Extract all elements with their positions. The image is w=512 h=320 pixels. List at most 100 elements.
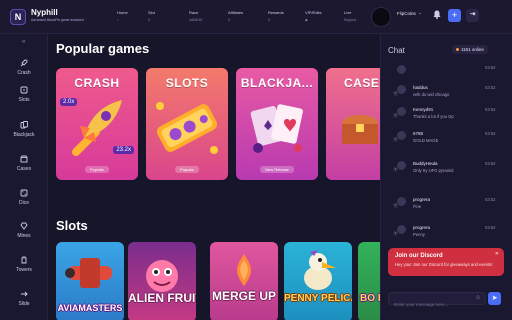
sidebar-item-label: Mines	[17, 233, 31, 239]
avatar[interactable]	[397, 197, 406, 206]
username[interactable]: FlipCoins	[397, 11, 416, 16]
die-icon	[20, 189, 28, 197]
avatar[interactable]	[397, 65, 406, 74]
sidebar-item-label: Slots	[18, 97, 30, 103]
chat-time: 03:52	[485, 85, 496, 90]
slot-game-penny-pelican[interactable]: PENNY PELICAN	[284, 242, 352, 320]
slot-game-alien-fruits[interactable]: ALIEN FRUITS	[128, 242, 196, 320]
sidebar-item-label: Blackjack	[13, 132, 35, 138]
dice-icon	[20, 86, 28, 94]
multiplier-badge: 23.2x	[113, 146, 134, 154]
sidebar-item-label: Crash	[17, 70, 31, 76]
chat-time: 03:52	[485, 107, 496, 112]
chat-message: 7 progrera 03:52 Penny	[381, 222, 512, 248]
chat-title: Chat	[388, 46, 405, 55]
nav-affiliates[interactable]: Affiliates 3	[228, 10, 243, 22]
slots-title: Slots	[56, 218, 88, 233]
chat-username[interactable]: haddus	[413, 85, 428, 90]
chat-username[interactable]: 6788	[413, 131, 423, 136]
avatar[interactable]	[371, 7, 391, 27]
chat-message: 7 BuddyHeula 03:52 Only try UFO pyramid	[381, 158, 512, 184]
multiplier-badge: 2.0x	[60, 98, 78, 106]
sidebar-item-slots[interactable]: Slots	[0, 86, 48, 103]
nav-home[interactable]: Home ⌂	[117, 10, 128, 22]
slot-game-aviamasters[interactable]: AVIAMASTERS	[56, 242, 124, 320]
nav-rewards[interactable]: Rewards 3	[268, 10, 284, 22]
chevron-down-icon[interactable]: ⌄	[418, 10, 422, 16]
send-icon: ➤	[491, 295, 498, 302]
bell-icon[interactable]	[433, 10, 441, 19]
logo[interactable]: N	[10, 9, 26, 25]
cards-icon	[20, 121, 28, 129]
chat-time: 03:52	[485, 197, 496, 202]
slot-reels-illustration	[156, 102, 218, 154]
brand-name: Nyphill	[31, 8, 58, 17]
collapse-icon[interactable]: «	[22, 39, 25, 45]
game-card-blackjack[interactable]: BLACKJA... New Release	[236, 68, 318, 180]
tower-icon	[21, 256, 27, 264]
sidebar-item-dice[interactable]: Dice	[0, 189, 48, 206]
sidebar-item-towers[interactable]: Towers	[0, 256, 48, 273]
chat-text: velk do wid chicago	[413, 92, 450, 97]
chat-message: 7 6788 03:52 GOLD MAGE	[381, 128, 512, 154]
game-card-crash[interactable]: CRASH 2.0x 23.2x Popular	[56, 68, 138, 180]
rocket-icon	[20, 59, 28, 67]
chat-panel: Chat 1151 online 03:52 7 haddus 03:52 ve…	[380, 34, 512, 320]
sidebar-item-label: Towers	[16, 267, 32, 273]
send-button[interactable]: ➤	[488, 292, 501, 305]
chat-time: 03:52	[485, 161, 496, 166]
avatar[interactable]	[397, 85, 406, 94]
emoji-icon[interactable]: ☺	[475, 295, 481, 301]
sidebar-item-crash[interactable]: Crash	[0, 59, 48, 76]
slot-title: AVIAMASTERS	[57, 303, 123, 313]
sidebar-item-cases[interactable]: Cases	[0, 155, 48, 172]
discord-title: Join our Discord	[395, 253, 443, 259]
sidebar-item-slide[interactable]: Slide	[0, 290, 48, 307]
slot-game-partial[interactable]: BO B	[358, 242, 380, 320]
pelican-illustration	[304, 250, 336, 290]
chat-time: 03:52	[485, 225, 496, 230]
chat-username[interactable]: progrera	[413, 197, 430, 202]
nav-live-support[interactable]: Live Support	[344, 10, 356, 22]
card-title: CRASH	[74, 76, 120, 90]
box-icon	[20, 155, 28, 163]
card-title: SLOTS	[165, 76, 209, 90]
level-badge: 7	[393, 113, 398, 118]
airplane-illustration	[65, 258, 112, 288]
add-funds-button[interactable]: +	[448, 9, 461, 22]
chat-username[interactable]: Kennyd91	[413, 107, 433, 112]
chat-message: 7 Kennyd91 03:52 Thanks a lot if you Gp	[381, 104, 512, 130]
game-card-cases[interactable]: CASE	[326, 68, 380, 180]
sidebar-item-blackjack[interactable]: Blackjack	[0, 121, 48, 138]
chat-input[interactable]	[389, 299, 471, 310]
slot-title: BO B	[360, 293, 380, 304]
gem-icon	[20, 222, 28, 230]
avatar[interactable]	[397, 131, 406, 140]
level-badge: 7	[393, 137, 398, 142]
chat-text: Fine	[413, 204, 422, 209]
chat-message: 7 progrera 03:52 Fine	[381, 194, 512, 220]
sidebar-item-mines[interactable]: Mines	[0, 222, 48, 239]
sidebar-item-label: Dice	[18, 200, 29, 206]
treasure-chest-illustration	[342, 115, 378, 144]
nav-vip[interactable]: VIP/Edits ◆	[305, 10, 321, 22]
level-badge: 7	[393, 203, 398, 208]
chat-username[interactable]: progrera	[413, 225, 430, 230]
slot-game-merge-up[interactable]: MERGE UP	[210, 242, 278, 320]
close-icon[interactable]: ✕	[495, 251, 499, 257]
chat-text: Only try UFO pyramid	[413, 168, 454, 173]
chat-username[interactable]: BuddyHeula	[413, 161, 438, 166]
slot-title: MERGE UP	[211, 289, 276, 303]
discord-banner[interactable]: Join our Discord Hey you! Join our Disco…	[388, 248, 504, 276]
nav-race[interactable]: Race 4d15h16	[189, 10, 202, 22]
top-bar: N Nyphill Advanced BlackFib game assista…	[0, 0, 512, 34]
avatar[interactable]	[397, 107, 406, 116]
chat-text: Penny	[413, 232, 425, 237]
avatar[interactable]	[397, 225, 406, 234]
logout-button[interactable]: ⇥	[466, 9, 479, 22]
game-card-slots[interactable]: SLOTS Popular	[146, 68, 228, 180]
nav-slot[interactable]: Slot 3	[148, 10, 155, 22]
sidebar-item-label: Slide	[18, 301, 30, 307]
chat-time: 03:52	[485, 131, 496, 136]
avatar[interactable]	[397, 161, 406, 170]
